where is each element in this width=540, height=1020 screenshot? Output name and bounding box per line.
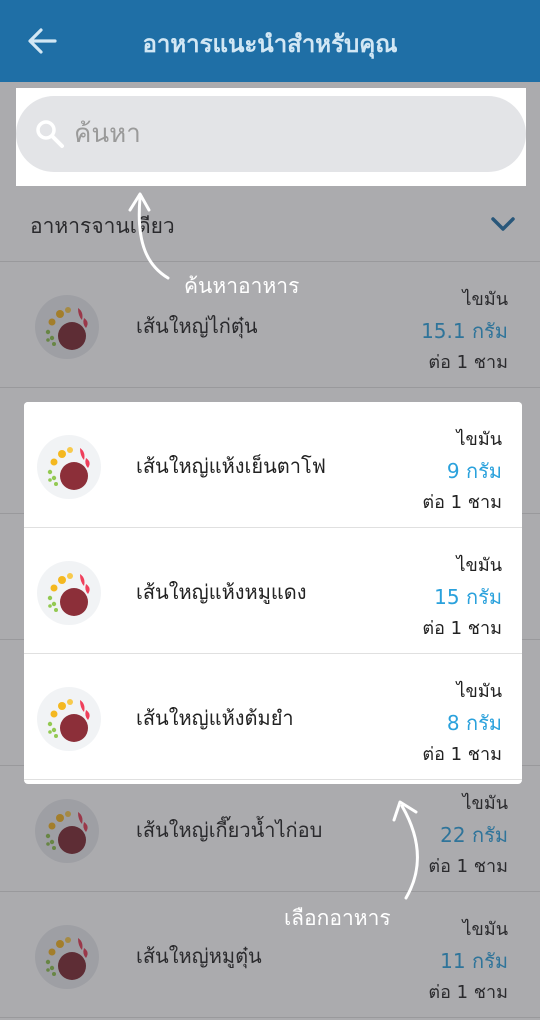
search-bar-highlighted[interactable] <box>16 96 526 172</box>
nutrient-label: ไขมัน <box>456 555 502 576</box>
food-name: เส้นใหญ่หมูตุ๋น <box>136 944 262 968</box>
search-icon <box>36 120 64 148</box>
hint-arrow-up-icon <box>392 800 419 900</box>
nutrient-info: ไขมัน 15.1 กรัม ต่อ 1 ชาม <box>398 284 508 373</box>
food-row[interactable]: เส้นใหญ่แห้งหมูแดง ไขมัน 15 กรัม ต่อ 1 ช… <box>24 528 522 654</box>
food-row[interactable]: เส้นใหญ่แห้งต้มยำ ไขมัน 8 กรัม ต่อ 1 ชาม <box>24 654 522 780</box>
app-header: อาหารแนะนำสำหรับคุณ <box>0 0 540 82</box>
nutrient-info: ไขมัน 8 กรัม ต่อ 1 ชาม <box>392 676 502 765</box>
food-name: เส้นใหญ่แห้งต้มยำ <box>136 706 294 730</box>
search-spotlight <box>16 88 526 186</box>
food-name: เส้นใหญ่แห้งเย็นตาโฟ <box>136 454 326 478</box>
food-plate-icon <box>34 294 100 360</box>
food-plate-icon <box>34 798 100 864</box>
category-dropdown[interactable]: อาหารจานเดียว <box>0 186 540 262</box>
serving-unit: ต่อ 1 ชาม <box>422 618 502 639</box>
nutrient-label: ไขมัน <box>462 289 508 310</box>
nutrient-amount: 11 กรัม <box>440 949 508 973</box>
serving-unit: ต่อ 1 ชาม <box>422 744 502 765</box>
search-input[interactable] <box>74 112 494 156</box>
food-plate-icon <box>34 924 100 990</box>
food-name: เส้นใหญ่แห้งหมูแดง <box>136 580 307 604</box>
food-name: เส้นใหญ่ไก่ตุ๋น <box>136 314 258 338</box>
nutrient-amount: 9 กรัม <box>446 459 502 483</box>
food-row[interactable]: เส้นใหญ่หมูตุ๋น ไขมัน 11 กรัม ต่อ 1 ชาม <box>0 892 540 1018</box>
select-hint: เลือกอาหาร <box>284 906 391 930</box>
food-row[interactable]: เส้นใหญ่เกี๊ยวน้ำไก่อบ ไขมัน 22 กรัม ต่อ… <box>0 766 540 892</box>
hint-arrow-up-icon <box>128 192 170 280</box>
chevron-down-icon <box>491 217 515 231</box>
food-row[interactable]: เส้นใหญ่แห้งเย็นตาโฟ ไขมัน 9 กรัม ต่อ 1 … <box>24 402 522 528</box>
page-title: อาหารแนะนำสำหรับคุณ <box>142 30 398 58</box>
nutrient-label: ไขมัน <box>456 681 502 702</box>
nutrient-info: ไขมัน 9 กรัม ต่อ 1 ชาม <box>392 424 502 513</box>
nutrient-info: ไขมัน 15 กรัม ต่อ 1 ชาม <box>392 550 502 639</box>
food-plate-icon <box>36 560 102 626</box>
food-list-spotlight: เส้นใหญ่แห้งเย็นตาโฟ ไขมัน 9 กรัม ต่อ 1 … <box>24 402 522 784</box>
food-plate-icon <box>36 686 102 752</box>
serving-unit: ต่อ 1 ชาม <box>428 352 508 373</box>
nutrient-info: ไขมัน 11 กรัม ต่อ 1 ชาม <box>398 914 508 1003</box>
nutrient-label: ไขมัน <box>456 429 502 450</box>
food-name: เส้นใหญ่เกี๊ยวน้ำไก่อบ <box>136 818 323 842</box>
food-plate-icon <box>36 434 102 500</box>
nutrient-amount: 15 กรัม <box>434 585 502 609</box>
nutrient-label: ไขมัน <box>462 919 508 940</box>
serving-unit: ต่อ 1 ชาม <box>422 492 502 513</box>
nutrient-amount: 15.1 กรัม <box>421 319 508 343</box>
serving-unit: ต่อ 1 ชาม <box>428 982 508 1003</box>
search-hint: ค้นหาอาหาร <box>184 274 300 298</box>
nutrient-amount: 8 กรัม <box>446 711 502 735</box>
